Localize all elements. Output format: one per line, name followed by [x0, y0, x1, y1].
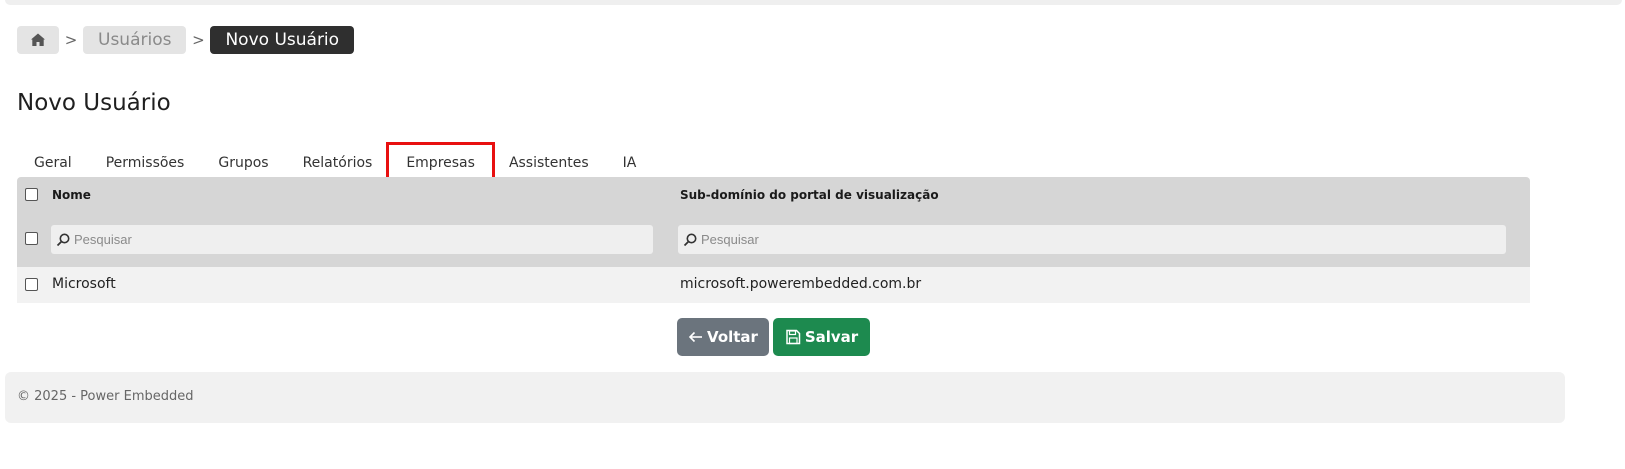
tab-relatorios[interactable]: Relatórios	[286, 145, 390, 180]
tab-bar: Geral Permissões Grupos Relatórios Empre…	[17, 142, 654, 183]
table-row[interactable]: Microsoft microsoft.powerembedded.com.br	[17, 267, 1530, 303]
save-button[interactable]: Salvar	[773, 318, 870, 356]
tab-assistentes[interactable]: Assistentes	[492, 145, 606, 180]
footer-copyright: © 2025 - Power Embedded	[17, 389, 194, 404]
footer: © 2025 - Power Embedded	[5, 372, 1565, 423]
search-field-nome[interactable]	[51, 225, 653, 254]
top-bar	[5, 0, 1622, 5]
tab-permissoes[interactable]: Permissões	[89, 145, 202, 180]
search-input-nome[interactable]	[74, 232, 612, 247]
search-field-subdominio[interactable]	[678, 225, 1506, 254]
select-all-checkbox[interactable]	[25, 188, 38, 201]
back-button[interactable]: Voltar	[677, 318, 769, 356]
breadcrumb-item-usuarios[interactable]: Usuários	[83, 26, 187, 54]
save-button-label: Salvar	[804, 328, 859, 346]
search-icon	[683, 233, 697, 246]
filter-checkbox[interactable]	[25, 232, 38, 245]
tab-geral[interactable]: Geral	[17, 145, 89, 180]
column-header-nome[interactable]: Nome	[52, 188, 91, 202]
cell-subdominio: microsoft.powerembedded.com.br	[680, 276, 922, 292]
search-icon	[56, 233, 70, 246]
breadcrumb-separator: >	[192, 31, 205, 49]
breadcrumb-separator: >	[64, 31, 78, 49]
back-button-label: Voltar	[707, 328, 758, 346]
column-header-subdominio[interactable]: Sub-domínio do portal de visualização	[680, 188, 939, 202]
tab-grupos[interactable]: Grupos	[201, 145, 285, 180]
arrow-left-icon	[688, 331, 703, 343]
home-icon	[31, 33, 45, 46]
row-checkbox[interactable]	[25, 278, 38, 291]
search-input-subdominio[interactable]	[701, 232, 1442, 247]
tab-empresas[interactable]: Empresas	[386, 142, 495, 183]
tab-ia[interactable]: IA	[606, 145, 654, 180]
breadcrumb-home[interactable]	[17, 26, 59, 54]
cell-nome: Microsoft	[52, 276, 116, 292]
companies-grid: Nome Sub-domínio do portal de visualizaç…	[17, 177, 1530, 303]
breadcrumb-item-current: Novo Usuário	[210, 26, 355, 54]
breadcrumb: > Usuários > Novo Usuário	[17, 26, 355, 54]
page-title: Novo Usuário	[17, 90, 171, 116]
grid-header: Nome Sub-domínio do portal de visualizaç…	[17, 177, 1530, 267]
floppy-disk-icon	[786, 329, 801, 345]
